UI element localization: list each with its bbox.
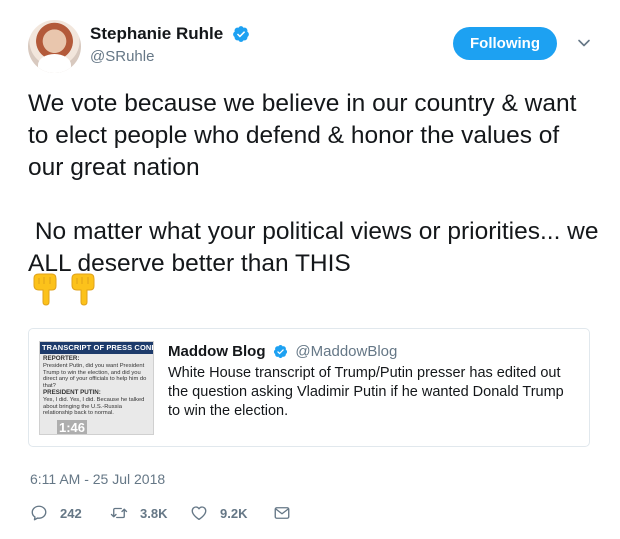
thumbnail-reporter-text: President Putin, did you want President …: [43, 362, 147, 390]
retweet-icon: [110, 507, 128, 519]
user-handle[interactable]: @SRuhle: [90, 48, 250, 65]
thumbnail-putin-text: Yes, I did. Yes, I did. Because he talke…: [43, 396, 145, 417]
display-name[interactable]: Stephanie Ruhle: [90, 24, 223, 44]
quoted-tweet-body: Maddow Blog @MaddowBlog White House tran…: [168, 343, 578, 421]
quoted-handle[interactable]: @MaddowBlog: [295, 343, 397, 360]
tweet-timestamp[interactable]: 6:11 AM - 25 Jul 2018: [30, 471, 165, 487]
video-duration: 1:46: [57, 420, 88, 435]
user-name-block[interactable]: Stephanie Ruhle @SRuhle: [90, 24, 250, 65]
message-icon: [274, 507, 290, 519]
thumbnail-reporter-label: REPORTER:: [43, 355, 80, 362]
verified-icon: [273, 345, 288, 359]
like-count: 9.2K: [220, 506, 248, 521]
reply-icon: [31, 505, 47, 521]
tweet-header: Stephanie Ruhle @SRuhle Following: [28, 20, 600, 76]
pointing-down-emoji-icon: [33, 273, 57, 306]
like-icon: [191, 506, 207, 521]
quoted-tweet-text: White House transcript of Trump/Putin pr…: [168, 365, 564, 419]
following-button[interactable]: Following: [453, 27, 557, 60]
tweet-text: We vote because we believe in our countr…: [28, 90, 599, 277]
thumbnail-putin-label: PRESIDENT PUTIN:: [43, 388, 101, 396]
chevron-down-icon[interactable]: [577, 36, 591, 50]
reply-count: 242: [60, 506, 82, 521]
quoted-display-name[interactable]: Maddow Blog: [168, 343, 266, 360]
verified-icon: [232, 26, 249, 42]
avatar[interactable]: [28, 20, 81, 73]
retweet-count: 3.8K: [140, 506, 168, 521]
emoji-row: [30, 272, 102, 308]
video-thumbnail[interactable]: TRANSCRIPT OF PRESS CONFERENCE REPORTER:…: [39, 341, 154, 435]
pointing-down-emoji-icon: [71, 273, 95, 306]
thumbnail-body: REPORTER: President Putin, did you want …: [40, 354, 153, 419]
thumbnail-header: TRANSCRIPT OF PRESS CONFERENCE: [40, 342, 153, 354]
quoted-tweet-card[interactable]: TRANSCRIPT OF PRESS CONFERENCE REPORTER:…: [28, 328, 590, 447]
